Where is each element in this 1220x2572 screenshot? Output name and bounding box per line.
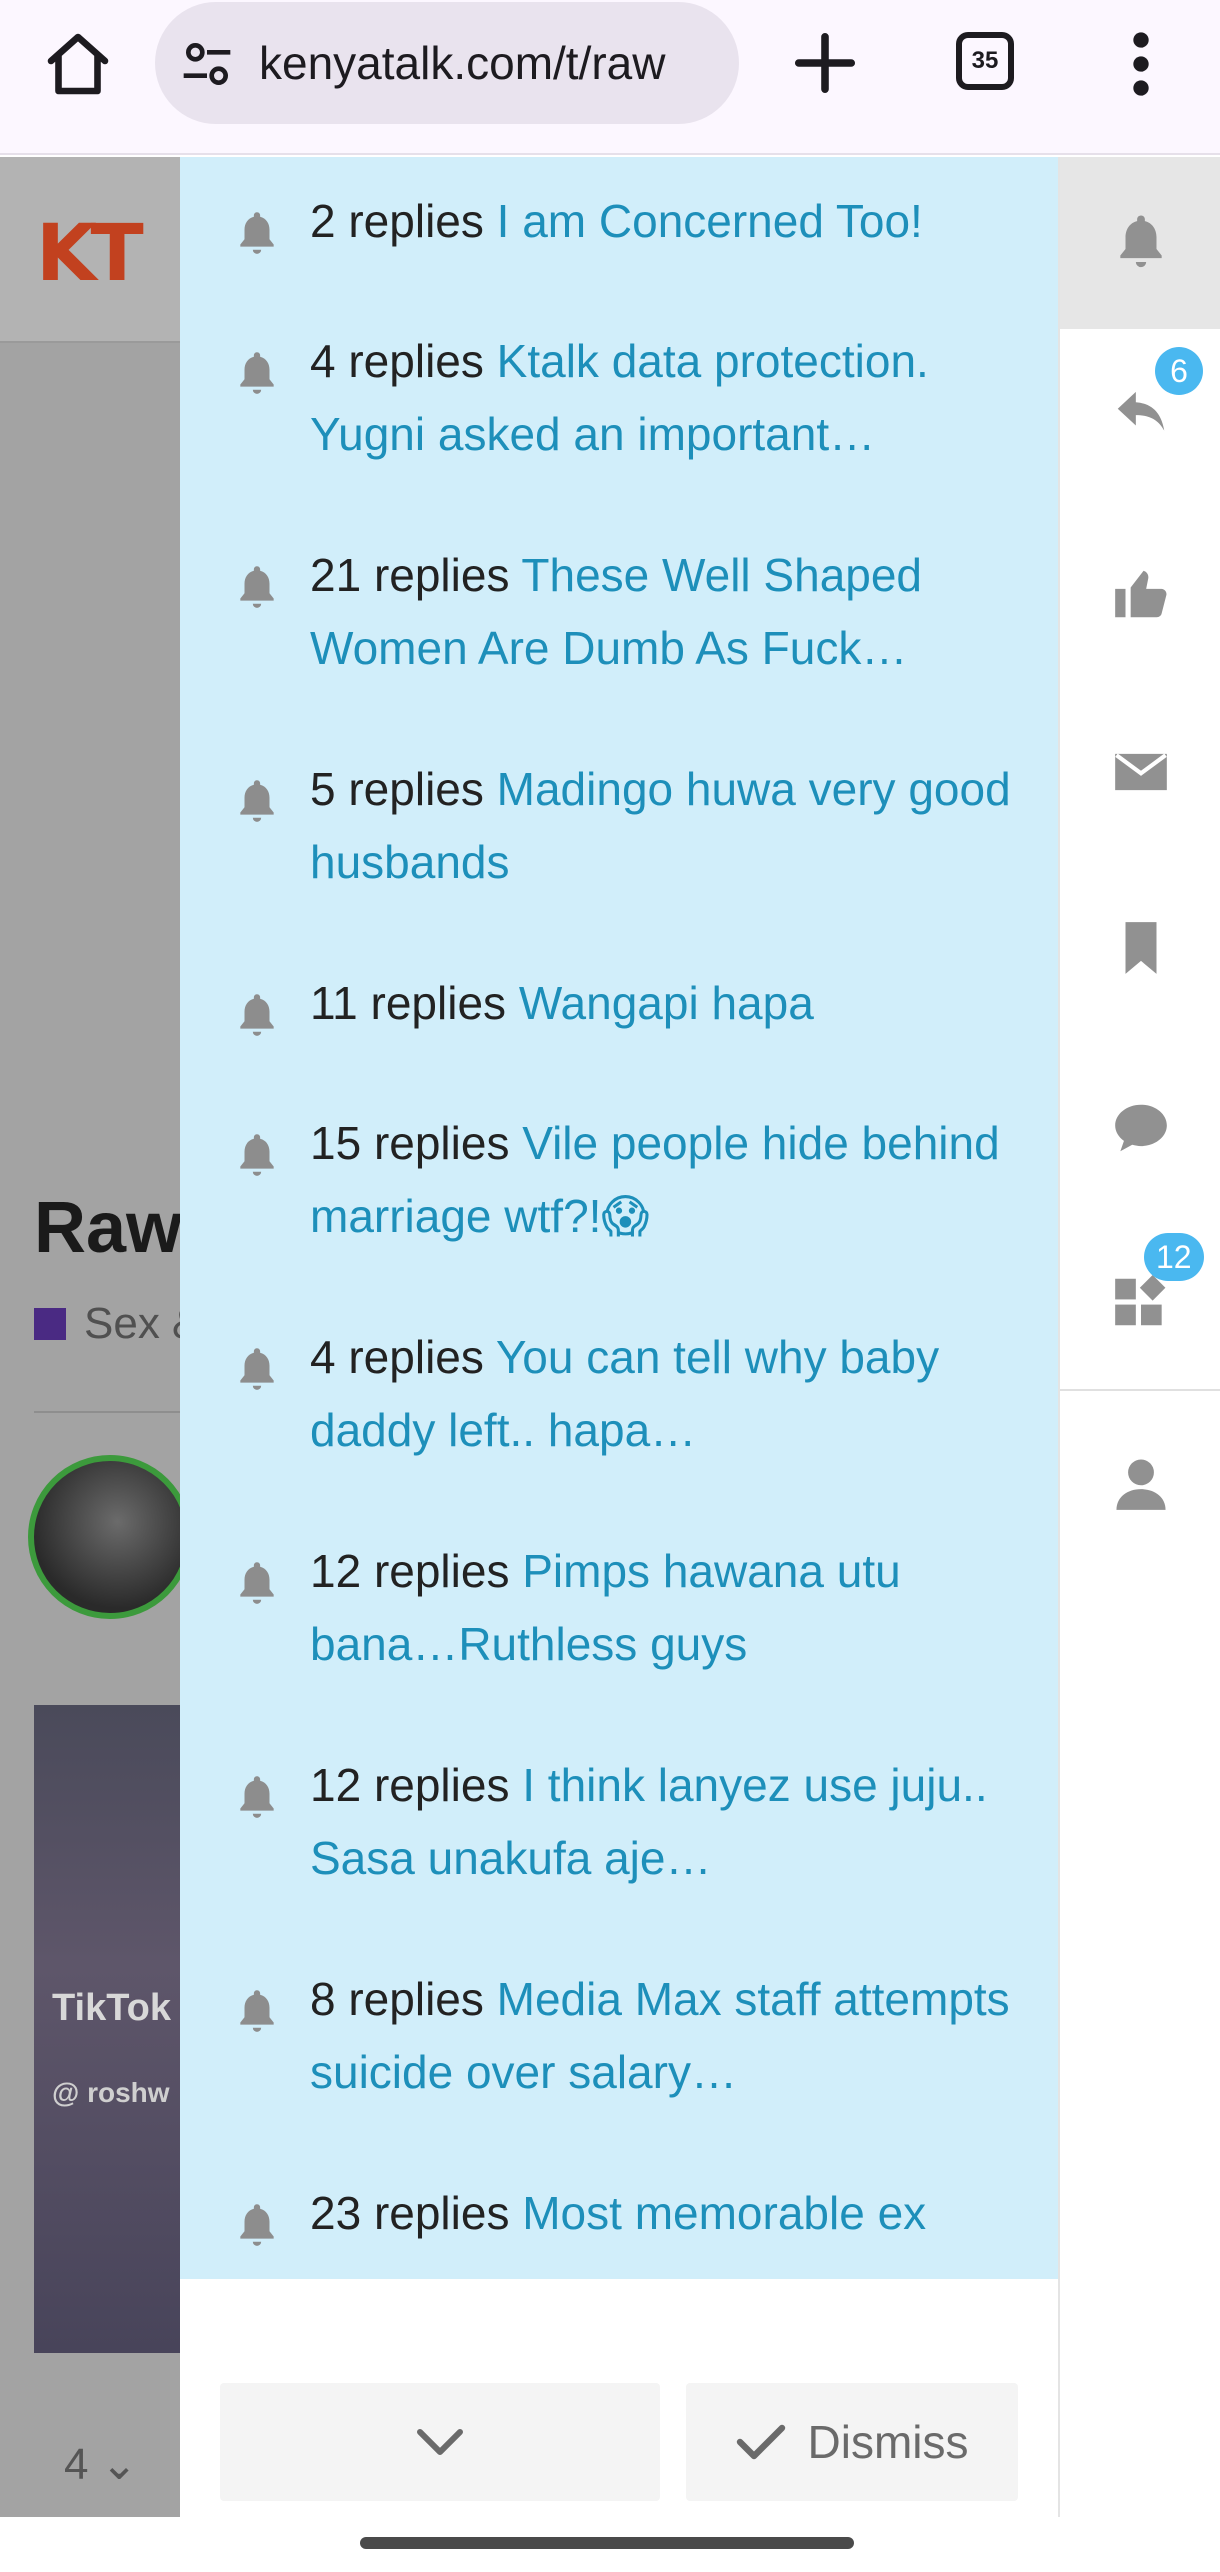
- bell-icon: [240, 1776, 274, 1818]
- like-icon[interactable]: [1110, 563, 1172, 625]
- notification-text: 2 replies I am Concerned Too!: [310, 185, 1030, 258]
- notification-text: 15 replies Vile people hide behind marri…: [310, 1107, 1030, 1253]
- dismiss-label: Dismiss: [807, 2416, 969, 2468]
- site-settings-icon[interactable]: [179, 36, 235, 92]
- reply-count: 5 replies: [310, 763, 484, 815]
- address-bar[interactable]: kenyatalk.com/t/raw: [155, 2, 739, 124]
- tiktok-handle: @ roshw: [52, 2077, 170, 2108]
- url-text[interactable]: kenyatalk.com/t/raw: [259, 30, 739, 96]
- new-tab-icon[interactable]: [790, 28, 860, 98]
- avatar: [28, 1455, 192, 1619]
- checkmark-icon: [736, 2424, 785, 2460]
- review-count-badge: 12: [1144, 1233, 1204, 1281]
- home-icon[interactable]: [42, 28, 114, 100]
- reply-count: 4 replies: [310, 335, 484, 387]
- category-color-swatch: [34, 1308, 66, 1340]
- reply-count: 23 replies: [310, 2187, 510, 2239]
- topic-link[interactable]: I am Concerned Too!: [497, 195, 923, 247]
- user-profile-icon[interactable]: [1110, 1453, 1172, 1515]
- reply-count: 12 replies: [310, 1545, 510, 1597]
- bell-icon: [240, 1562, 274, 1604]
- notification-list: 2 replies I am Concerned Too! 4 replies K…: [180, 157, 1058, 2279]
- reply-count: 4 replies: [310, 1331, 484, 1383]
- notification-text: 11 replies Wangapi hapa: [310, 967, 1030, 1040]
- chevron-down-icon: [417, 2429, 463, 2455]
- more-options-icon[interactable]: [1124, 28, 1158, 100]
- reply-count: 12 replies: [310, 1759, 510, 1811]
- site-logo: KT: [36, 209, 144, 299]
- chat-bubble-icon[interactable]: [1110, 1097, 1172, 1159]
- bell-icon: [240, 1134, 274, 1176]
- user-menu-tabs: 6 12: [1058, 157, 1220, 2517]
- bell-icon: [240, 212, 274, 254]
- bell-icon[interactable]: [1110, 209, 1172, 271]
- thread-title: Raw: [34, 1188, 183, 1268]
- topic-link[interactable]: Wangapi hapa: [519, 977, 814, 1029]
- page-indicator: 4 ⌄: [64, 2439, 138, 2490]
- bell-icon: [240, 1990, 274, 2032]
- reply-count: 11 replies: [310, 977, 507, 1029]
- replies-count-badge: 6: [1155, 347, 1203, 395]
- bell-icon: [240, 994, 274, 1036]
- notification-text: 12 replies I think lanyez use juju.. Sas…: [310, 1749, 1030, 1895]
- reply-count: 2 replies: [310, 195, 484, 247]
- page-number: 4: [64, 2440, 89, 2489]
- bell-icon: [240, 566, 274, 608]
- reply-count: 8 replies: [310, 1973, 484, 2025]
- show-more-button[interactable]: [220, 2383, 660, 2501]
- chevron-down-icon: ⌄: [100, 2440, 138, 2489]
- tiktok-watermark: TikTok: [52, 1987, 171, 2029]
- topic-link[interactable]: Most memorable ex: [522, 2187, 926, 2239]
- envelope-icon[interactable]: [1110, 741, 1172, 803]
- gesture-home-bar[interactable]: [360, 2537, 854, 2549]
- notification-text: 4 replies Ktalk data protection. Yugni a…: [310, 325, 1030, 471]
- thread-category: Sex &: [34, 1299, 201, 1349]
- notification-text: 4 replies You can tell why baby daddy le…: [310, 1321, 1030, 1467]
- bell-icon: [240, 352, 274, 394]
- reply-count: 15 replies: [310, 1117, 510, 1169]
- bell-icon: [240, 780, 274, 822]
- notification-text: 23 replies Most memorable ex: [310, 2177, 1030, 2250]
- notification-text: 21 replies These Well Shaped Women Are D…: [310, 539, 1030, 685]
- tab-switcher-button[interactable]: 35: [956, 32, 1014, 90]
- notification-text: 12 replies Pimps hawana utu bana…Ruthles…: [310, 1535, 1030, 1681]
- divider: [1060, 1389, 1220, 1391]
- notifications-footer: Dismiss: [180, 2279, 1058, 2517]
- browser-toolbar: kenyatalk.com/t/raw 35: [0, 0, 1220, 155]
- notifications-dropdown: 2 replies I am Concerned Too! 4 replies K…: [180, 157, 1058, 2517]
- notification-text: 8 replies Media Max staff attempts suici…: [310, 1963, 1030, 2109]
- bell-icon: [240, 2204, 274, 2246]
- bookmark-icon[interactable]: [1110, 917, 1172, 979]
- dismiss-button[interactable]: Dismiss: [686, 2383, 1018, 2501]
- reply-count: 21 replies: [310, 549, 510, 601]
- notification-text: 5 replies Madingo huwa very good husband…: [310, 753, 1030, 899]
- bell-icon: [240, 1348, 274, 1390]
